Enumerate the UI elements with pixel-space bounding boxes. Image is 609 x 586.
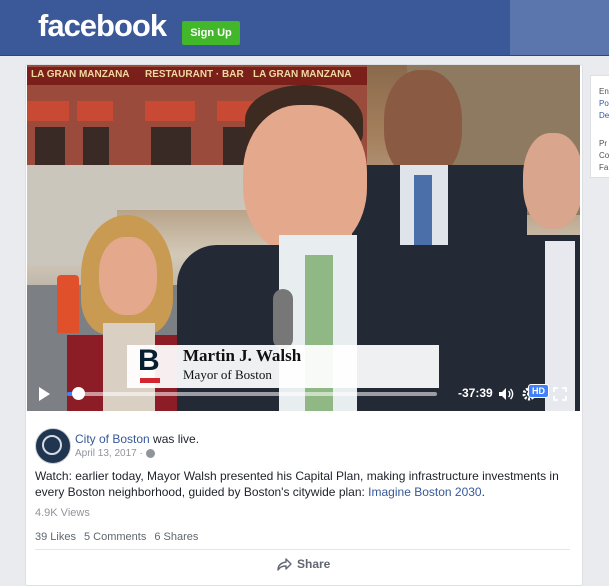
sign-text-1: LA GRAN MANZANA: [31, 69, 130, 80]
post-content: City of Boston was live. April 13, 2017 …: [25, 420, 581, 584]
sign-up-button[interactable]: Sign Up: [182, 21, 240, 45]
window: [83, 127, 109, 167]
likes-count[interactable]: 39 Likes: [35, 531, 76, 543]
facebook-logo[interactable]: facebook: [38, 8, 167, 44]
post-body: Watch: earlier today, Mayor Walsh presen…: [35, 468, 570, 500]
window: [35, 127, 65, 167]
time-remaining: -37:39: [458, 386, 493, 400]
header-right-area: [510, 0, 609, 55]
share-label: Share: [297, 557, 331, 571]
side-line-3[interactable]: De: [599, 110, 609, 122]
globe-icon: [145, 449, 155, 458]
page-name-link[interactable]: City of Boston: [75, 432, 150, 446]
progress-bar[interactable]: [67, 387, 437, 400]
share-button[interactable]: Share: [277, 557, 330, 571]
volume-icon[interactable]: [498, 386, 514, 402]
post-meta: April 13, 2017 ·: [75, 448, 155, 459]
sign-text-2: RESTAURANT · BAR: [145, 69, 244, 80]
side-line-2[interactable]: Po: [599, 98, 609, 110]
post-body-end: .: [481, 485, 485, 499]
man-right-figure: [505, 125, 580, 411]
post-header: City of Boston was live.: [75, 432, 199, 446]
restaurant-sign: LA GRAN MANZANA RESTAURANT · BAR LA GRAN…: [27, 67, 367, 85]
view-count: 4.9K Views: [35, 507, 90, 519]
engagement-stats: 39 Likes 5 Comments 6 Shares: [35, 531, 198, 543]
divider: [35, 549, 570, 550]
hd-badge[interactable]: HD: [528, 384, 549, 398]
speaker-name: Martin J. Walsh: [183, 346, 302, 365]
side-line-1: En: [599, 87, 609, 96]
boston-logo-letter: B: [138, 344, 160, 377]
live-status: was live.: [149, 432, 200, 446]
share-icon: [277, 557, 292, 571]
video-controls: -37:39 HD: [27, 377, 580, 411]
city-of-boston-avatar[interactable]: [35, 428, 71, 464]
sign-text-3: LA GRAN MANZANA: [253, 69, 352, 80]
awning: [27, 101, 69, 121]
side-line-6: Fa: [599, 163, 609, 172]
progress-knob[interactable]: [72, 387, 86, 400]
comments-count[interactable]: 5 Comments: [84, 531, 146, 543]
imagine-boston-link[interactable]: Imagine Boston 2030: [368, 485, 481, 499]
awning: [77, 101, 113, 121]
post-date[interactable]: April 13, 2017 ·: [75, 448, 143, 459]
side-info-card: En Po De Pr Co Fa: [590, 75, 609, 178]
microphone: [273, 289, 293, 349]
video-player[interactable]: LA GRAN MANZANA RESTAURANT · BAR LA GRAN…: [27, 65, 580, 411]
play-icon[interactable]: [39, 387, 50, 401]
side-line-5: Co: [599, 151, 609, 160]
fullscreen-icon[interactable]: [552, 386, 568, 402]
side-line-4: Pr: [599, 139, 607, 148]
shares-count[interactable]: 6 Shares: [154, 531, 198, 543]
